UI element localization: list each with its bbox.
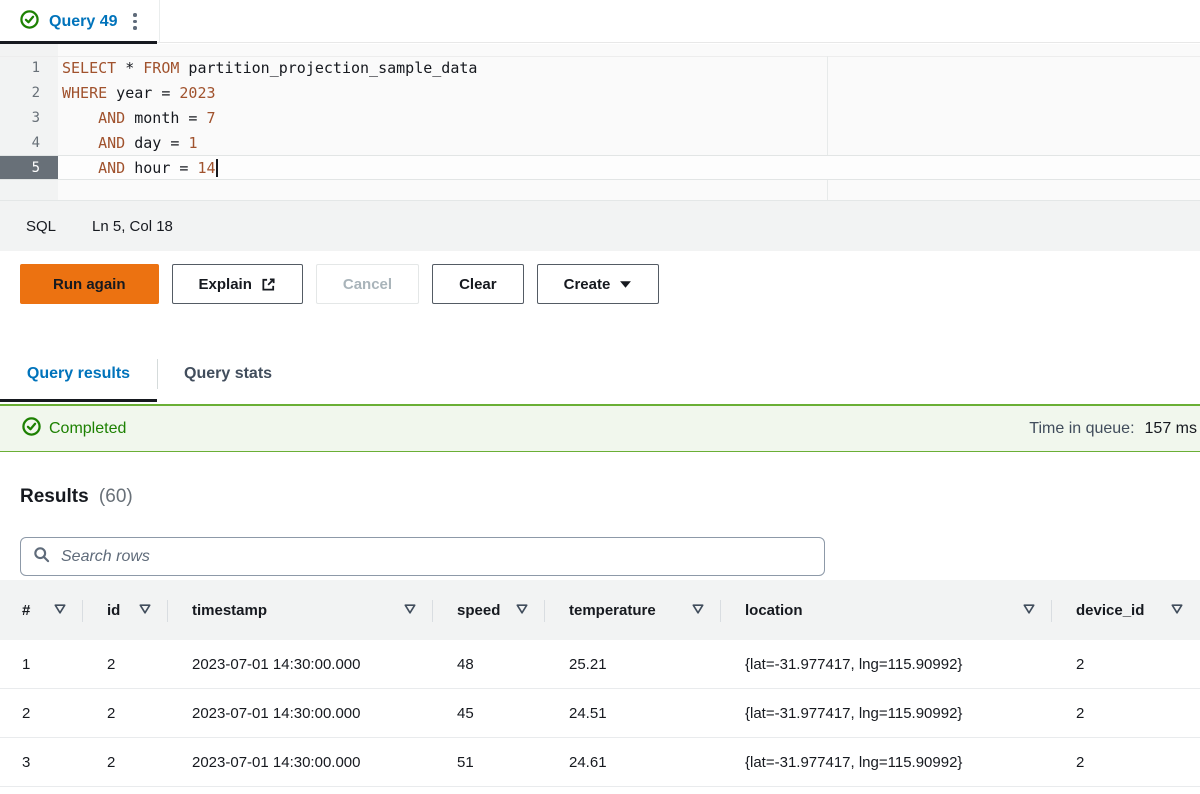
cell-temperature: 24.51: [545, 705, 721, 722]
time-in-queue-value: 157 ms: [1145, 420, 1197, 438]
column-header-index[interactable]: #: [0, 580, 83, 640]
editor-status-bar: SQL Ln 5, Col 18: [0, 201, 1200, 251]
filter-caret-icon[interactable]: [403, 602, 417, 619]
filter-caret-icon[interactable]: [138, 602, 152, 619]
code-text: WHERE year = 2023: [58, 84, 216, 102]
cell-location: {lat=-31.977417, lng=115.90992}: [721, 754, 1052, 771]
cell-speed: 48: [433, 656, 545, 673]
cell-device-id: 2: [1052, 656, 1200, 673]
code-text: SELECT * FROM partition_projection_sampl…: [58, 59, 477, 77]
results-heading: Results (60): [20, 486, 133, 508]
line-number: 5: [0, 156, 58, 179]
column-header-timestamp[interactable]: timestamp: [168, 580, 433, 640]
cancel-button: Cancel: [316, 264, 419, 304]
cell-speed: 45: [433, 705, 545, 722]
cell-speed: 51: [433, 754, 545, 771]
line-number: 2: [0, 81, 58, 106]
cell-id: 2: [83, 754, 168, 771]
filter-caret-icon[interactable]: [1022, 602, 1036, 619]
column-header-id[interactable]: id: [83, 580, 168, 640]
results-table: # id timestamp speed temperature locatio…: [0, 580, 1200, 787]
caret-down-icon: [619, 280, 632, 289]
success-check-icon: [20, 10, 39, 33]
cell-index: 3: [0, 754, 83, 771]
tab-query-results[interactable]: Query results: [0, 345, 157, 402]
text-cursor: [216, 159, 218, 177]
cell-timestamp: 2023-07-01 14:30:00.000: [168, 705, 433, 722]
query-tab-title: Query 49: [49, 13, 117, 31]
filter-caret-icon[interactable]: [1170, 602, 1184, 619]
cell-temperature: 25.21: [545, 656, 721, 673]
cell-index: 1: [0, 656, 83, 673]
filter-caret-icon[interactable]: [515, 602, 529, 619]
cell-id: 2: [83, 705, 168, 722]
cell-temperature: 24.61: [545, 754, 721, 771]
code-line[interactable]: 3 AND month = 7: [0, 106, 1200, 131]
code-text: AND hour = 14: [58, 159, 218, 177]
cell-device-id: 2: [1052, 705, 1200, 722]
column-header-device-id[interactable]: device_id: [1052, 580, 1200, 640]
tab-query-stats[interactable]: Query stats: [158, 345, 298, 402]
results-count: (60): [99, 486, 133, 507]
cell-location: {lat=-31.977417, lng=115.90992}: [721, 705, 1052, 722]
search-box[interactable]: [20, 537, 825, 576]
cell-device-id: 2: [1052, 754, 1200, 771]
cell-timestamp: 2023-07-01 14:30:00.000: [168, 656, 433, 673]
cell-timestamp: 2023-07-01 14:30:00.000: [168, 754, 433, 771]
success-check-icon: [22, 417, 41, 441]
code-line-active[interactable]: 5 AND hour = 14: [0, 155, 1200, 180]
run-again-button[interactable]: Run again: [20, 264, 159, 304]
results-tabs: Query results Query stats: [0, 345, 1200, 402]
line-number: 3: [0, 106, 58, 131]
external-link-icon: [261, 277, 276, 292]
table-row[interactable]: 2 2 2023-07-01 14:30:00.000 45 24.51 {la…: [0, 689, 1200, 738]
results-title: Results: [20, 486, 89, 507]
code-line[interactable]: 4 AND day = 1: [0, 130, 1200, 155]
line-number: 4: [0, 130, 58, 155]
cursor-position: Ln 5, Col 18: [92, 218, 173, 235]
code-text: AND day = 1: [58, 134, 197, 152]
create-button[interactable]: Create: [537, 264, 660, 304]
query-status-banner: Completed Time in queue: 157 ms: [0, 404, 1200, 452]
table-row[interactable]: 3 2 2023-07-01 14:30:00.000 51 24.61 {la…: [0, 738, 1200, 787]
cell-id: 2: [83, 656, 168, 673]
explain-button[interactable]: Explain: [172, 264, 303, 304]
time-in-queue-label: Time in queue:: [1029, 420, 1134, 438]
cell-location: {lat=-31.977417, lng=115.90992}: [721, 656, 1052, 673]
query-actions: Run again Explain Cancel Clear Create: [20, 264, 659, 304]
status-text: Completed: [49, 420, 126, 438]
kebab-menu-icon[interactable]: [127, 9, 143, 34]
line-number: 1: [0, 56, 58, 81]
code-text: AND month = 7: [58, 109, 216, 127]
table-header-row: # id timestamp speed temperature locatio…: [0, 580, 1200, 640]
query-tab-bar: Query 49: [0, 0, 1200, 43]
column-header-temperature[interactable]: temperature: [545, 580, 721, 640]
code-line[interactable]: 2 WHERE year = 2023: [0, 81, 1200, 106]
cell-index: 2: [0, 705, 83, 722]
magnifier-icon: [33, 546, 50, 567]
table-row[interactable]: 1 2 2023-07-01 14:30:00.000 48 25.21 {la…: [0, 640, 1200, 689]
column-header-location[interactable]: location: [721, 580, 1052, 640]
sql-editor[interactable]: 1 SELECT * FROM partition_projection_sam…: [0, 44, 1200, 201]
filter-caret-icon[interactable]: [53, 602, 67, 619]
language-indicator: SQL: [26, 218, 56, 235]
query-tab[interactable]: Query 49: [0, 0, 160, 43]
filter-caret-icon[interactable]: [691, 602, 705, 619]
search-input[interactable]: [59, 547, 812, 567]
code-line[interactable]: 1 SELECT * FROM partition_projection_sam…: [0, 56, 1200, 81]
column-header-speed[interactable]: speed: [433, 580, 545, 640]
clear-button[interactable]: Clear: [432, 264, 524, 304]
